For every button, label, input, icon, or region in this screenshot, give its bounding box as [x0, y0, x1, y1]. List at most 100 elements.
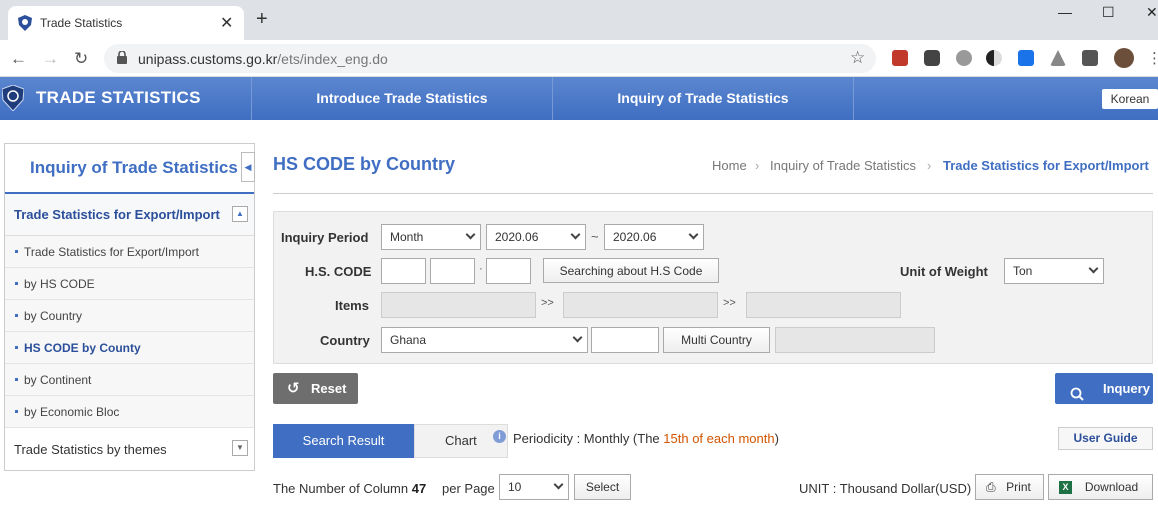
reset-label: Reset	[311, 381, 347, 396]
periodicity-prefix: Periodicity : Monthly (The	[513, 431, 664, 446]
sidebar-item-hs-code-by-county[interactable]: HS CODE by County	[5, 332, 254, 364]
period-to-select[interactable]: 2020.06	[604, 224, 704, 250]
extension-d-icon[interactable]	[1018, 50, 1034, 66]
sidebar-item-label: by HS CODE	[24, 277, 95, 291]
profile-avatar[interactable]	[1114, 48, 1134, 68]
menu-introduce[interactable]: Introduce Trade Statistics	[251, 77, 552, 120]
country-value: Ghana	[390, 333, 427, 347]
hs-code-dot: ·	[479, 263, 483, 275]
search-form: Inquiry Period Month 2020.06 ~ 2020.06 H…	[273, 211, 1153, 364]
select-button[interactable]: Select	[574, 474, 631, 500]
browser-tab[interactable]: Trade Statistics ✕	[8, 6, 244, 40]
breadcrumb-home[interactable]: Home	[712, 158, 747, 173]
close-window-icon[interactable]: ✕	[1146, 4, 1158, 21]
period-tilde: ~	[591, 229, 599, 244]
site-header: TRADE STATISTICS Introduce Trade Statist…	[0, 77, 1158, 120]
inquiry-button[interactable]: Inquery	[1055, 373, 1153, 404]
url-path: /ets/index_eng.do	[277, 51, 388, 67]
extensions-puzzle-icon[interactable]	[1082, 50, 1098, 66]
sidebar-collapse-button[interactable]: ◀	[241, 152, 255, 182]
per-page-select[interactable]: 10	[499, 474, 569, 500]
sidebar: Inquiry of Trade Statistics ◀ Trade Stat…	[4, 143, 255, 471]
chevron-down-icon	[688, 229, 699, 240]
periodicity-highlight: 15th of each month	[663, 431, 775, 446]
hs-code-input-1[interactable]	[381, 258, 426, 284]
brand-title[interactable]: TRADE STATISTICS	[36, 88, 201, 108]
chevron-down-icon	[465, 229, 476, 240]
multi-country-button[interactable]: Multi Country	[663, 327, 770, 353]
period-type-select[interactable]: Month	[381, 224, 481, 250]
user-guide-button[interactable]: User Guide	[1058, 427, 1153, 450]
multi-country-field	[775, 327, 935, 353]
hs-code-input-3[interactable]	[486, 258, 531, 284]
sidebar-item-export-import[interactable]: Trade Statistics for Export/Import	[5, 236, 254, 268]
download-button[interactable]: X Download	[1048, 474, 1153, 500]
per-page-value: 10	[508, 480, 522, 494]
extension-drive-icon[interactable]	[1050, 50, 1066, 66]
lock-icon[interactable]	[117, 50, 127, 67]
print-button[interactable]: ⎙ Print	[975, 474, 1044, 500]
browser-menu-icon[interactable]: ⋮	[1147, 49, 1158, 67]
bullet-icon	[15, 250, 18, 253]
url-bar[interactable]: unipass.customs.go.kr/ets/index_eng.do ☆	[104, 44, 876, 73]
section-expand-icon[interactable]: ▼	[232, 440, 248, 456]
unit-of-weight-value: Ton	[1013, 264, 1033, 278]
sidebar-title: Inquiry of Trade Statistics	[30, 158, 238, 177]
info-icon[interactable]: i	[493, 430, 506, 443]
sidebar-item-by-hs-code[interactable]: by HS CODE	[5, 268, 254, 300]
extension-darkmode-icon[interactable]	[986, 50, 1002, 66]
hs-code-input-2[interactable]	[430, 258, 475, 284]
bullet-icon	[15, 346, 18, 349]
bullet-icon	[15, 282, 18, 285]
customs-logo-icon[interactable]	[1, 84, 25, 112]
chevron-down-icon	[1088, 263, 1099, 274]
section-collapse-icon[interactable]: ▲	[232, 206, 248, 222]
hs-code-search-button[interactable]: Searching about H.S Code	[543, 258, 719, 283]
breadcrumb-inquiry[interactable]: Inquiry of Trade Statistics	[770, 158, 916, 173]
sidebar-section-export-import[interactable]: Trade Statistics for Export/Import ▲	[5, 194, 254, 236]
close-tab-icon[interactable]: ✕	[220, 13, 233, 33]
country-code-input[interactable]	[591, 327, 659, 353]
items-label: Items	[335, 298, 369, 313]
tab-title: Trade Statistics	[40, 16, 123, 30]
download-label: Download	[1084, 480, 1139, 494]
unit-text: UNIT : Thousand Dollar(USD)	[799, 481, 972, 496]
korean-language-button[interactable]: Korean	[1102, 89, 1158, 109]
inquiry-period-label: Inquiry Period	[281, 230, 369, 245]
period-from-select[interactable]: 2020.06	[486, 224, 586, 250]
reset-icon: ↺	[287, 380, 300, 397]
tab-search-result[interactable]: Search Result	[273, 424, 414, 458]
url-host: unipass.customs.go.kr	[138, 51, 278, 67]
menu-inquiry[interactable]: Inquiry of Trade Statistics	[552, 77, 853, 120]
items-arrow-1: >>	[541, 297, 554, 309]
sidebar-section-label: Trade Statistics for Export/Import	[14, 207, 220, 222]
bullet-icon	[15, 314, 18, 317]
back-icon[interactable]: ←	[10, 49, 27, 69]
unit-of-weight-select[interactable]: Ton	[1004, 258, 1104, 284]
browser-tab-strip: Trade Statistics ✕ + — ☐ ✕	[0, 0, 1158, 40]
chevron-down-icon	[570, 229, 581, 240]
new-tab-icon[interactable]: +	[256, 8, 268, 31]
minimize-icon[interactable]: —	[1058, 4, 1072, 20]
forward-icon[interactable]: →	[42, 49, 59, 69]
period-from-value: 2020.06	[495, 230, 539, 244]
items-field-2	[563, 292, 718, 318]
sidebar-item-by-economic-bloc[interactable]: by Economic Bloc	[5, 396, 254, 428]
reload-icon[interactable]: ↻	[74, 49, 88, 69]
sidebar-item-label: HS CODE by County	[24, 341, 141, 355]
bookmark-star-icon[interactable]: ☆	[850, 48, 865, 68]
country-label: Country	[320, 333, 370, 348]
sidebar-section-themes[interactable]: Trade Statistics by themes ▼	[5, 428, 254, 470]
maximize-icon[interactable]: ☐	[1102, 4, 1115, 21]
extension-book-icon[interactable]	[892, 50, 908, 66]
sidebar-item-by-country[interactable]: by Country	[5, 300, 254, 332]
country-select[interactable]: Ghana	[381, 327, 588, 353]
sidebar-item-label: by Economic Bloc	[24, 405, 120, 419]
customs-shield-icon	[18, 15, 32, 34]
print-label: Print	[1006, 480, 1031, 494]
reset-button[interactable]: ↺ Reset	[273, 373, 358, 404]
sidebar-item-by-continent[interactable]: by Continent	[5, 364, 254, 396]
extension-shield-icon[interactable]	[924, 50, 940, 66]
extension-circle-icon[interactable]	[956, 50, 972, 66]
items-field-3	[746, 292, 901, 318]
